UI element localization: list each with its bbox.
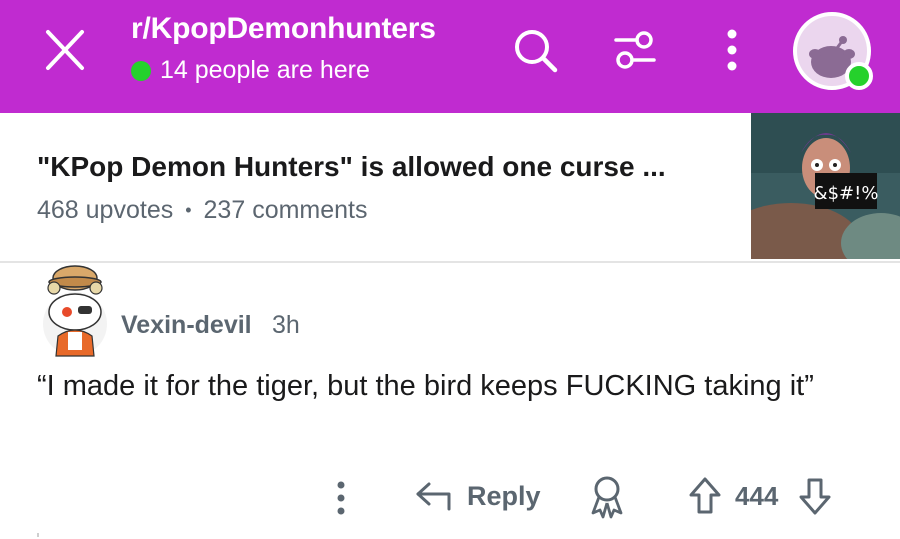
search-icon — [515, 30, 558, 73]
more-options-button[interactable] — [718, 24, 746, 76]
post-meta: 468 upvotes • 237 comments — [37, 196, 368, 225]
upvote-arrow-icon — [689, 477, 721, 514]
online-count-text: 14 people are here — [160, 56, 370, 84]
award-icon — [591, 476, 623, 519]
online-indicator — [131, 60, 151, 81]
online-status: 14 people are here — [131, 56, 370, 85]
comment-body: “I made it for the tiger, but the bird k… — [37, 370, 814, 402]
post-thumbnail[interactable]: &$#!% — [751, 113, 900, 259]
snoo-avatar-icon — [43, 265, 107, 357]
close-icon — [46, 30, 84, 70]
comment-count: 237 comments — [203, 196, 368, 224]
subreddit-name[interactable]: r/KpopDemonhunters — [131, 12, 436, 46]
upvote-button[interactable] — [688, 476, 722, 516]
reply-button[interactable]: Reply — [415, 478, 541, 514]
thumbnail-image: &$#!% — [751, 113, 900, 259]
close-button[interactable] — [40, 27, 90, 73]
post-preview[interactable]: "KPop Demon Hunters" is allowed one curs… — [0, 113, 900, 263]
comment-timestamp: 3h — [272, 311, 300, 339]
vote-score: 444 — [735, 481, 779, 511]
comment-more-button[interactable] — [330, 478, 352, 518]
reply-arrow-icon — [416, 482, 451, 511]
comment-author[interactable]: Vexin-devil — [121, 311, 252, 340]
thumbnail-caption: &$#!% — [814, 183, 879, 204]
downvote-button[interactable] — [798, 476, 832, 516]
subreddit-header: r/KpopDemonhunters 14 people are here — [0, 0, 900, 113]
award-button[interactable] — [589, 475, 625, 519]
divider-mark — [37, 533, 39, 537]
meta-separator: • — [185, 200, 192, 220]
more-vertical-icon — [337, 481, 345, 515]
filter-button[interactable] — [610, 25, 660, 75]
upvote-count: 468 upvotes — [37, 196, 174, 224]
more-vertical-icon — [727, 29, 737, 71]
downvote-arrow-icon — [799, 478, 831, 515]
search-button[interactable] — [511, 26, 559, 74]
user-avatar[interactable] — [793, 12, 873, 90]
commenter-avatar[interactable] — [40, 262, 110, 358]
filter-icon — [614, 31, 656, 69]
avatar-online-indicator — [845, 62, 873, 90]
reply-label: Reply — [467, 480, 541, 511]
post-title[interactable]: "KPop Demon Hunters" is allowed one curs… — [37, 151, 737, 183]
